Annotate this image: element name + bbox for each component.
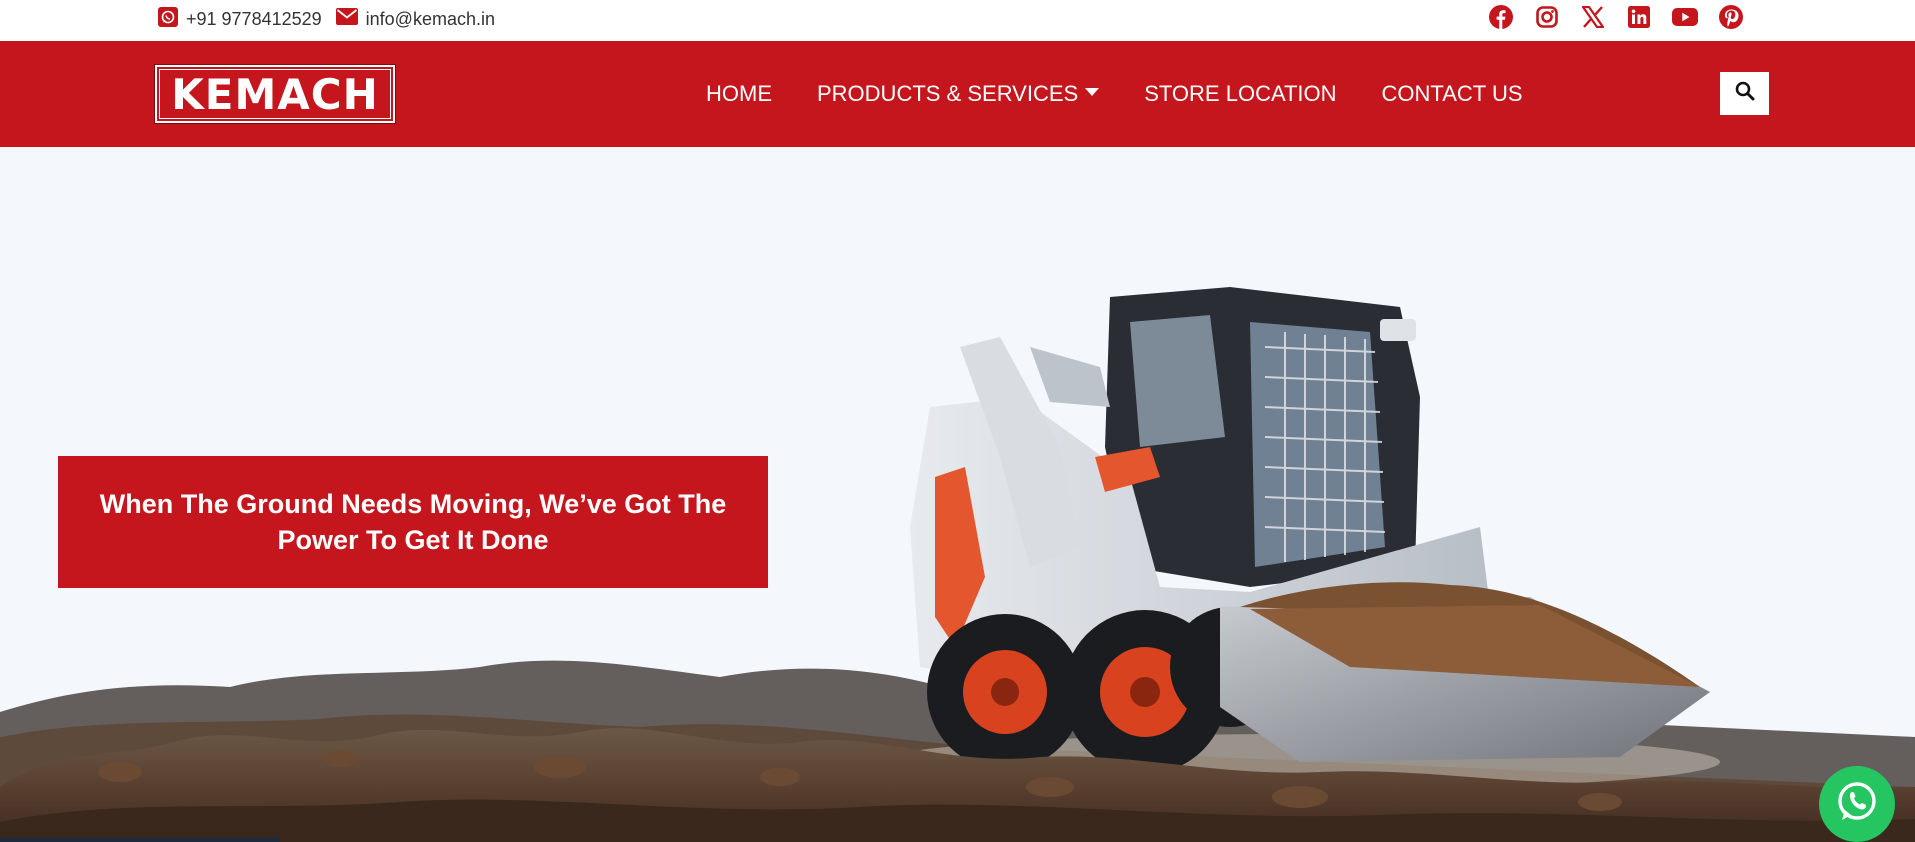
x-twitter-icon[interactable] — [1580, 4, 1606, 30]
linkedin-icon[interactable] — [1626, 4, 1652, 30]
caret-down-icon — [1085, 88, 1100, 96]
whatsapp-icon — [1834, 779, 1880, 830]
main-navbar: KEMACH HOME PRODUCTS & SERVICES STORE LO… — [0, 41, 1915, 147]
youtube-icon[interactable] — [1672, 4, 1698, 30]
email-address[interactable]: info@kemach.in — [366, 9, 495, 30]
phone-contact[interactable]: +91 9778412529 — [158, 6, 322, 32]
top-contact-bar: +91 9778412529 info@kemach.in — [0, 0, 1915, 41]
nav-menu: HOME PRODUCTS & SERVICES STORE LOCATION … — [706, 41, 1523, 147]
hero-tagline-box: When The Ground Needs Moving, We’ve Got … — [58, 456, 768, 588]
nav-item-contact-us[interactable]: CONTACT US — [1382, 74, 1523, 114]
nav-item-store-location[interactable]: STORE LOCATION — [1144, 74, 1336, 114]
hero-banner: When The Ground Needs Moving, We’ve Got … — [0, 147, 1915, 842]
nav-item-products-label: PRODUCTS & SERVICES — [817, 81, 1079, 106]
instagram-icon[interactable] — [1534, 4, 1560, 30]
whatsapp-square-icon — [158, 6, 178, 32]
brand-logo[interactable]: KEMACH — [154, 64, 396, 124]
nav-item-products-services[interactable]: PRODUCTS & SERVICES — [817, 74, 1100, 114]
loader-machine — [880, 287, 1720, 790]
email-contact[interactable]: info@kemach.in — [335, 8, 495, 30]
search-button[interactable] — [1720, 72, 1769, 115]
social-links — [1488, 4, 1744, 30]
facebook-icon[interactable] — [1488, 4, 1514, 30]
logo-text: KEMACH — [159, 69, 391, 119]
envelope-icon — [335, 8, 358, 30]
nav-item-home[interactable]: HOME — [706, 74, 772, 114]
hero-tagline: When The Ground Needs Moving, We’ve Got … — [99, 489, 727, 555]
phone-number[interactable]: +91 9778412529 — [186, 9, 322, 30]
whatsapp-chat-button[interactable] — [1819, 766, 1895, 842]
bottom-overlay-strip — [0, 837, 280, 842]
contact-info: +91 9778412529 info@kemach.in — [158, 6, 495, 32]
search-icon — [1735, 81, 1755, 106]
pinterest-icon[interactable] — [1718, 4, 1744, 30]
